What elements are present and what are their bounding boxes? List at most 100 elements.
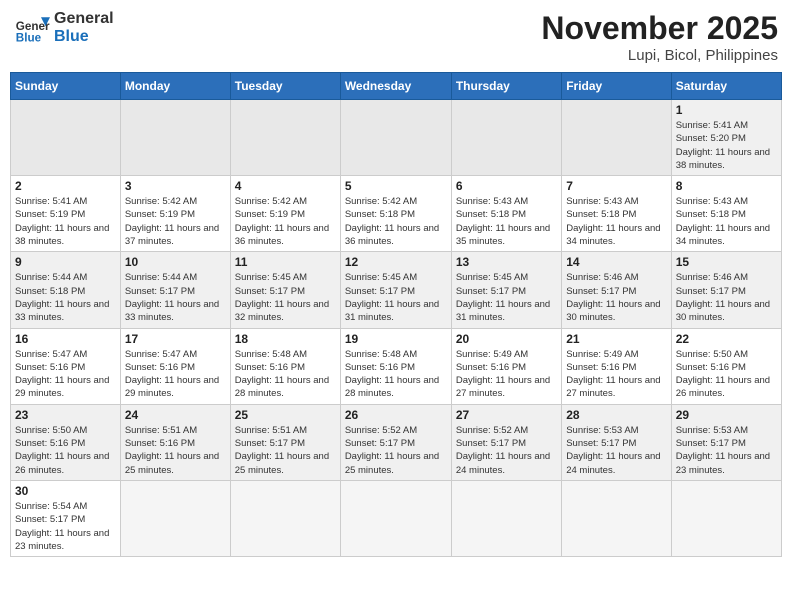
calendar-week-4: 23 Sunrise: 5:50 AMSunset: 5:16 PMDayligh… bbox=[11, 404, 782, 480]
calendar-cell-2-3: 12 Sunrise: 5:45 AMSunset: 5:17 PMDayligh… bbox=[340, 252, 451, 328]
calendar-cell-3-6: 22 Sunrise: 5:50 AMSunset: 5:16 PMDayligh… bbox=[671, 328, 781, 404]
calendar-cell-1-3: 5 Sunrise: 5:42 AMSunset: 5:18 PMDaylight… bbox=[340, 176, 451, 252]
calendar-cell-4-6: 29 Sunrise: 5:53 AMSunset: 5:17 PMDayligh… bbox=[671, 404, 781, 480]
calendar-cell-2-5: 14 Sunrise: 5:46 AMSunset: 5:17 PMDayligh… bbox=[562, 252, 671, 328]
calendar-cell-0-5 bbox=[562, 100, 671, 176]
day-info: Sunrise: 5:47 AMSunset: 5:16 PMDaylight:… bbox=[125, 348, 226, 401]
day-number: 18 bbox=[235, 332, 336, 346]
day-number: 12 bbox=[345, 255, 447, 269]
day-info: Sunrise: 5:44 AMSunset: 5:18 PMDaylight:… bbox=[15, 271, 116, 324]
calendar-week-0: 1 Sunrise: 5:41 AMSunset: 5:20 PMDaylight… bbox=[11, 100, 782, 176]
day-number: 25 bbox=[235, 408, 336, 422]
calendar-cell-5-6 bbox=[671, 480, 781, 556]
day-number: 21 bbox=[566, 332, 666, 346]
day-number: 17 bbox=[125, 332, 226, 346]
day-info: Sunrise: 5:48 AMSunset: 5:16 PMDaylight:… bbox=[235, 348, 336, 401]
day-number: 13 bbox=[456, 255, 557, 269]
calendar-cell-2-0: 9 Sunrise: 5:44 AMSunset: 5:18 PMDaylight… bbox=[11, 252, 121, 328]
day-info: Sunrise: 5:50 AMSunset: 5:16 PMDaylight:… bbox=[676, 348, 777, 401]
day-number: 24 bbox=[125, 408, 226, 422]
day-number: 16 bbox=[15, 332, 116, 346]
day-number: 30 bbox=[15, 484, 116, 498]
calendar-cell-0-6: 1 Sunrise: 5:41 AMSunset: 5:20 PMDaylight… bbox=[671, 100, 781, 176]
day-number: 20 bbox=[456, 332, 557, 346]
day-number: 1 bbox=[676, 103, 777, 117]
page-header: General Blue General Blue November 2025 … bbox=[10, 10, 782, 64]
day-number: 10 bbox=[125, 255, 226, 269]
day-info: Sunrise: 5:48 AMSunset: 5:16 PMDaylight:… bbox=[345, 348, 447, 401]
day-info: Sunrise: 5:52 AMSunset: 5:17 PMDaylight:… bbox=[456, 424, 557, 477]
calendar-cell-3-2: 18 Sunrise: 5:48 AMSunset: 5:16 PMDayligh… bbox=[230, 328, 340, 404]
day-info: Sunrise: 5:47 AMSunset: 5:16 PMDaylight:… bbox=[15, 348, 116, 401]
day-info: Sunrise: 5:42 AMSunset: 5:19 PMDaylight:… bbox=[125, 195, 226, 248]
calendar-cell-1-1: 3 Sunrise: 5:42 AMSunset: 5:19 PMDaylight… bbox=[120, 176, 230, 252]
calendar-week-2: 9 Sunrise: 5:44 AMSunset: 5:18 PMDaylight… bbox=[11, 252, 782, 328]
calendar-cell-2-6: 15Sunrise: 5:46 AMSunset: 5:17 PMDayligh… bbox=[671, 252, 781, 328]
calendar-week-1: 2 Sunrise: 5:41 AMSunset: 5:19 PMDaylight… bbox=[11, 176, 782, 252]
day-info: Sunrise: 5:45 AMSunset: 5:17 PMDaylight:… bbox=[345, 271, 447, 324]
day-number: 14 bbox=[566, 255, 666, 269]
day-info: Sunrise: 5:41 AMSunset: 5:19 PMDaylight:… bbox=[15, 195, 116, 248]
day-number: 23 bbox=[15, 408, 116, 422]
day-number: 29 bbox=[676, 408, 777, 422]
day-info: Sunrise: 5:43 AMSunset: 5:18 PMDaylight:… bbox=[676, 195, 777, 248]
logo-blue: Blue bbox=[54, 28, 114, 46]
day-info: Sunrise: 5:52 AMSunset: 5:17 PMDaylight:… bbox=[345, 424, 447, 477]
calendar-cell-3-3: 19 Sunrise: 5:48 AMSunset: 5:16 PMDayligh… bbox=[340, 328, 451, 404]
day-number: 2 bbox=[15, 179, 116, 193]
calendar-cell-3-0: 16 Sunrise: 5:47 AMSunset: 5:16 PMDayligh… bbox=[11, 328, 121, 404]
calendar-cell-5-4 bbox=[451, 480, 561, 556]
calendar-cell-5-0: 30Sunrise: 5:54 AMSunset: 5:17 PMDayligh… bbox=[11, 480, 121, 556]
calendar-cell-4-3: 26 Sunrise: 5:52 AMSunset: 5:17 PMDayligh… bbox=[340, 404, 451, 480]
header-thursday: Thursday bbox=[451, 73, 561, 100]
day-number: 8 bbox=[676, 179, 777, 193]
logo-icon: General Blue bbox=[14, 10, 50, 46]
logo: General Blue General Blue bbox=[14, 10, 114, 46]
calendar-cell-3-1: 17 Sunrise: 5:47 AMSunset: 5:16 PMDayligh… bbox=[120, 328, 230, 404]
calendar-cell-5-5 bbox=[562, 480, 671, 556]
header-monday: Monday bbox=[120, 73, 230, 100]
day-number: 27 bbox=[456, 408, 557, 422]
calendar-cell-1-2: 4Sunrise: 5:42 AMSunset: 5:19 PMDaylight… bbox=[230, 176, 340, 252]
day-info: Sunrise: 5:45 AMSunset: 5:17 PMDaylight:… bbox=[456, 271, 557, 324]
day-number: 11 bbox=[235, 255, 336, 269]
calendar-cell-4-2: 25 Sunrise: 5:51 AMSunset: 5:17 PMDayligh… bbox=[230, 404, 340, 480]
header-tuesday: Tuesday bbox=[230, 73, 340, 100]
calendar-cell-0-3 bbox=[340, 100, 451, 176]
calendar-cell-0-4 bbox=[451, 100, 561, 176]
calendar-cell-4-4: 27 Sunrise: 5:52 AMSunset: 5:17 PMDayligh… bbox=[451, 404, 561, 480]
day-number: 15 bbox=[676, 255, 777, 269]
day-info: Sunrise: 5:53 AMSunset: 5:17 PMDaylight:… bbox=[676, 424, 777, 477]
calendar-header-row: SundayMondayTuesdayWednesdayThursdayFrid… bbox=[11, 73, 782, 100]
calendar-week-3: 16 Sunrise: 5:47 AMSunset: 5:16 PMDayligh… bbox=[11, 328, 782, 404]
title-block: November 2025 Lupi, Bicol, Philippines bbox=[541, 10, 778, 64]
calendar-cell-0-1 bbox=[120, 100, 230, 176]
calendar-cell-4-1: 24 Sunrise: 5:51 AMSunset: 5:16 PMDayligh… bbox=[120, 404, 230, 480]
day-info: Sunrise: 5:46 AMSunset: 5:17 PMDaylight:… bbox=[566, 271, 666, 324]
calendar-cell-0-0 bbox=[11, 100, 121, 176]
day-number: 19 bbox=[345, 332, 447, 346]
svg-text:Blue: Blue bbox=[16, 32, 42, 45]
day-info: Sunrise: 5:51 AMSunset: 5:16 PMDaylight:… bbox=[125, 424, 226, 477]
day-number: 22 bbox=[676, 332, 777, 346]
day-number: 5 bbox=[345, 179, 447, 193]
calendar-cell-4-0: 23 Sunrise: 5:50 AMSunset: 5:16 PMDayligh… bbox=[11, 404, 121, 480]
day-info: Sunrise: 5:45 AMSunset: 5:17 PMDaylight:… bbox=[235, 271, 336, 324]
calendar-cell-5-2 bbox=[230, 480, 340, 556]
day-info: Sunrise: 5:51 AMSunset: 5:17 PMDaylight:… bbox=[235, 424, 336, 477]
calendar-cell-1-6: 8 Sunrise: 5:43 AMSunset: 5:18 PMDaylight… bbox=[671, 176, 781, 252]
day-number: 9 bbox=[15, 255, 116, 269]
calendar-cell-3-4: 20 Sunrise: 5:49 AMSunset: 5:16 PMDayligh… bbox=[451, 328, 561, 404]
calendar-week-5: 30Sunrise: 5:54 AMSunset: 5:17 PMDayligh… bbox=[11, 480, 782, 556]
day-info: Sunrise: 5:42 AMSunset: 5:18 PMDaylight:… bbox=[345, 195, 447, 248]
day-number: 28 bbox=[566, 408, 666, 422]
day-info: Sunrise: 5:43 AMSunset: 5:18 PMDaylight:… bbox=[456, 195, 557, 248]
day-info: Sunrise: 5:41 AMSunset: 5:20 PMDaylight:… bbox=[676, 119, 777, 172]
day-info: Sunrise: 5:49 AMSunset: 5:16 PMDaylight:… bbox=[456, 348, 557, 401]
day-info: Sunrise: 5:49 AMSunset: 5:16 PMDaylight:… bbox=[566, 348, 666, 401]
day-number: 3 bbox=[125, 179, 226, 193]
day-info: Sunrise: 5:50 AMSunset: 5:16 PMDaylight:… bbox=[15, 424, 116, 477]
day-info: Sunrise: 5:44 AMSunset: 5:17 PMDaylight:… bbox=[125, 271, 226, 324]
day-number: 26 bbox=[345, 408, 447, 422]
day-number: 7 bbox=[566, 179, 666, 193]
